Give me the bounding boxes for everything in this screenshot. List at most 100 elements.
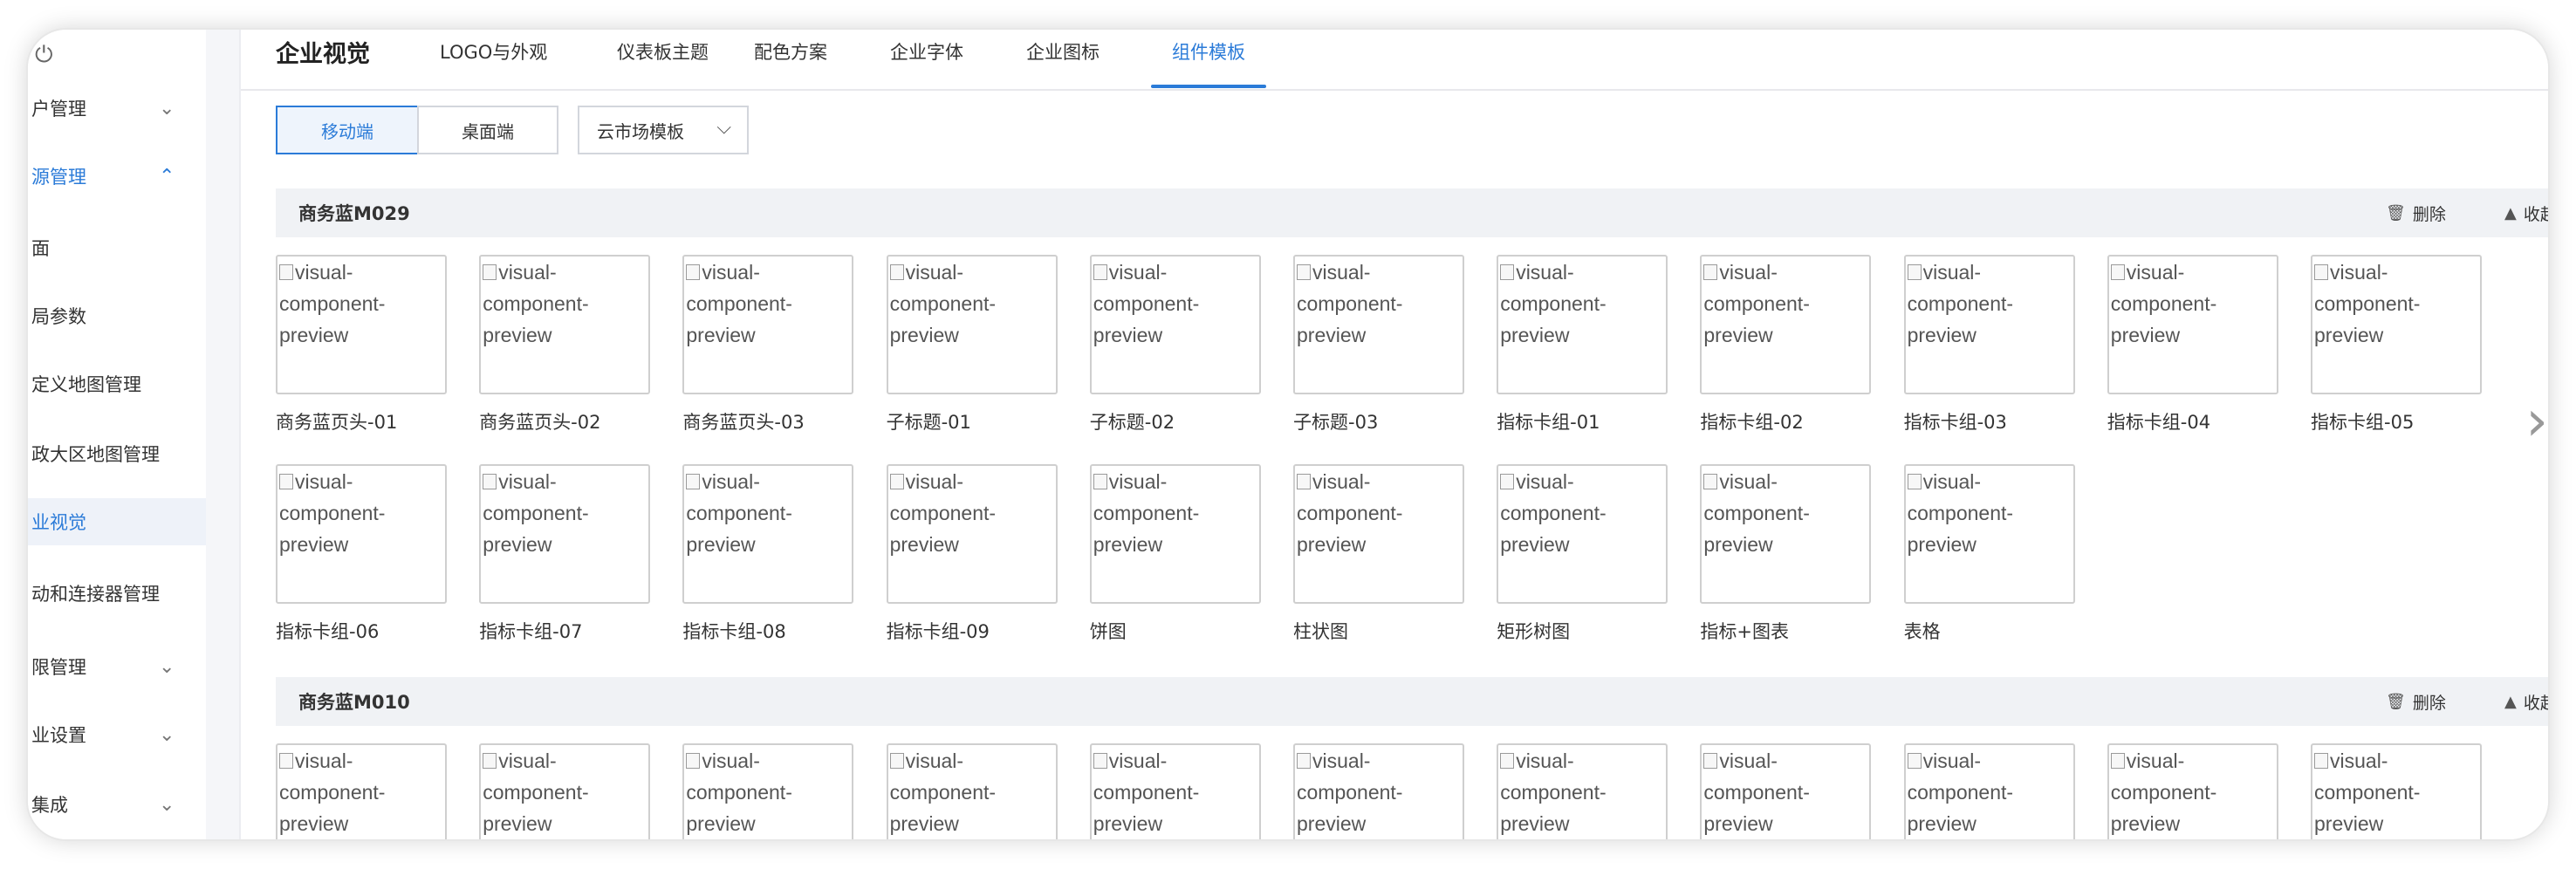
component-preview-image[interactable]: visual-component-preview — [1293, 464, 1464, 604]
component-card[interactable]: visual-component-preview — [479, 743, 651, 839]
sidebar-item[interactable]: 局参数 — [28, 292, 206, 339]
component-card[interactable]: visual-component-preview 商务蓝页头-02 — [479, 255, 651, 434]
component-card[interactable]: visual-component-preview 指标卡组-09 — [886, 464, 1058, 644]
component-preview-image[interactable]: visual-component-preview — [1700, 255, 1872, 394]
component-preview-image[interactable]: visual-component-preview — [1903, 464, 2075, 604]
component-card[interactable]: visual-component-preview — [2107, 743, 2278, 839]
component-preview-image[interactable]: visual-component-preview — [1089, 464, 1261, 604]
component-preview-image[interactable]: visual-component-preview — [1497, 464, 1668, 604]
sidebar-item[interactable]: 户管理 ⌄ — [28, 85, 206, 132]
sidebar-item[interactable]: 面 — [28, 224, 206, 271]
component-preview-image[interactable]: visual-component-preview — [682, 743, 854, 839]
alt-text: preview — [1703, 812, 1773, 835]
delete-button[interactable]: 🗑 删除 — [2386, 690, 2446, 714]
sidebar-item[interactable]: 动和连接器管理 — [28, 570, 206, 617]
component-preview-image[interactable]: visual-component-preview — [479, 464, 651, 604]
component-card[interactable]: visual-component-preview 指标卡组-05 — [2311, 255, 2482, 434]
broken-image-icon — [889, 474, 904, 489]
component-card[interactable]: visual-component-preview — [1700, 743, 1872, 839]
chevron-right-icon[interactable]: › — [2525, 389, 2548, 454]
component-preview-image[interactable]: visual-component-preview — [1293, 255, 1464, 394]
component-card[interactable]: visual-component-preview — [682, 743, 854, 839]
broken-image-icon — [1500, 474, 1515, 489]
sidebar-item[interactable]: 定义地图管理 — [28, 360, 206, 407]
tab-component-template[interactable]: 组件模板 — [1172, 38, 1245, 65]
power-icon[interactable]: ⏻ — [35, 42, 53, 69]
alt-text: visual- — [1312, 749, 1371, 772]
component-preview-image[interactable]: visual-component-preview — [1089, 255, 1261, 394]
component-preview-image[interactable]: visual-component-preview — [479, 743, 651, 839]
component-preview-image[interactable]: visual-component-preview — [276, 255, 447, 394]
broken-image-icon — [686, 474, 701, 489]
template-source-select[interactable]: 云市场模板 ⌵ — [578, 106, 749, 154]
component-card[interactable]: visual-component-preview — [886, 743, 1058, 839]
component-preview-image[interactable]: visual-component-preview — [682, 255, 854, 394]
sidebar-item[interactable]: 源管理 ⌃ — [28, 153, 206, 200]
tab-color-scheme[interactable]: 配色方案 — [754, 38, 827, 65]
component-card[interactable]: visual-component-preview — [1293, 743, 1464, 839]
component-card[interactable]: visual-component-preview — [276, 743, 447, 839]
alt-text: component- — [1093, 292, 1200, 315]
component-preview-image[interactable]: visual-component-preview — [479, 255, 651, 394]
component-card[interactable]: visual-component-preview 指标卡组-07 — [479, 464, 651, 644]
alt-text: visual- — [498, 749, 557, 772]
component-preview-image[interactable]: visual-component-preview — [276, 464, 447, 604]
component-card[interactable]: visual-component-preview 指标卡组-01 — [1497, 255, 1668, 434]
component-preview-image[interactable]: visual-component-preview — [1293, 743, 1464, 839]
component-card[interactable]: visual-component-preview 表格 — [1903, 464, 2075, 644]
component-card[interactable]: visual-component-preview 商务蓝页头-01 — [276, 255, 447, 434]
component-preview-image[interactable]: visual-component-preview — [886, 464, 1058, 604]
tab-dashboard-theme[interactable]: 仪表板主题 — [617, 38, 709, 65]
component-preview-image[interactable]: visual-component-preview — [1903, 255, 2075, 394]
component-card[interactable]: visual-component-preview 柱状图 — [1293, 464, 1464, 644]
component-card[interactable]: visual-component-preview — [2311, 743, 2482, 839]
component-card[interactable]: visual-component-preview 指标卡组-08 — [682, 464, 854, 644]
sidebar-item[interactable]: 限管理 ⌄ — [28, 643, 206, 690]
component-preview-image[interactable]: visual-component-preview — [2311, 743, 2482, 839]
component-card[interactable]: visual-component-preview — [1903, 743, 2075, 839]
component-preview-image[interactable]: visual-component-preview — [1497, 255, 1668, 394]
tab-enterprise-icon[interactable]: 企业图标 — [1026, 38, 1100, 65]
sidebar-item[interactable]: 业设置 ⌄ — [28, 711, 206, 758]
component-card[interactable]: visual-component-preview 子标题-03 — [1293, 255, 1464, 434]
component-card[interactable]: visual-component-preview 矩形树图 — [1497, 464, 1668, 644]
component-card[interactable]: visual-component-preview 指标卡组-02 — [1700, 255, 1872, 434]
mobile-toggle-button[interactable]: 移动端 — [276, 106, 419, 154]
component-card[interactable]: visual-component-preview 饼图 — [1089, 464, 1261, 644]
component-preview-image[interactable]: visual-component-preview — [1700, 743, 1872, 839]
component-preview-image[interactable]: visual-component-preview — [1089, 743, 1261, 839]
tab-logo-appearance[interactable]: LOGO与外观 — [440, 38, 547, 65]
component-preview-image[interactable]: visual-component-preview — [682, 464, 854, 604]
component-preview-image[interactable]: visual-component-preview — [886, 255, 1058, 394]
alt-text: preview — [2314, 812, 2384, 835]
component-preview-image[interactable]: visual-component-preview — [1497, 743, 1668, 839]
broken-image-icon — [1093, 264, 1107, 280]
component-card[interactable]: visual-component-preview — [1497, 743, 1668, 839]
delete-button[interactable]: 🗑 删除 — [2386, 202, 2446, 225]
sidebar-item[interactable]: 政大区地图管理 — [28, 430, 206, 477]
component-preview-image[interactable]: visual-component-preview — [886, 743, 1058, 839]
sidebar-item[interactable]: 集成 ⌄ — [28, 781, 206, 828]
component-card-label: 子标题-03 — [1293, 412, 1379, 433]
desktop-toggle-button[interactable]: 桌面端 — [417, 106, 558, 154]
component-card[interactable]: visual-component-preview 子标题-01 — [886, 255, 1058, 434]
collapse-button[interactable]: ▲ 收起 — [2504, 690, 2548, 714]
component-card[interactable]: visual-component-preview 子标题-02 — [1089, 255, 1261, 434]
component-card[interactable]: visual-component-preview 指标卡组-06 — [276, 464, 447, 644]
alt-text: component- — [1500, 781, 1607, 804]
sidebar-item-label: 动和连接器管理 — [31, 584, 160, 605]
component-preview-image[interactable]: visual-component-preview — [2107, 743, 2278, 839]
component-preview-image[interactable]: visual-component-preview — [2311, 255, 2482, 394]
component-card[interactable]: visual-component-preview — [1089, 743, 1261, 839]
component-preview-image[interactable]: visual-component-preview — [2107, 255, 2278, 394]
tab-enterprise-font[interactable]: 企业字体 — [890, 38, 963, 65]
component-card[interactable]: visual-component-preview 指标卡组-04 — [2107, 255, 2278, 434]
component-card[interactable]: visual-component-preview 指标卡组-03 — [1903, 255, 2075, 434]
sidebar-item[interactable]: 业视觉 — [28, 498, 206, 545]
component-preview-image[interactable]: visual-component-preview — [276, 743, 447, 839]
component-card[interactable]: visual-component-preview 指标+图表 — [1700, 464, 1872, 644]
collapse-button[interactable]: ▲ 收起 — [2504, 202, 2548, 225]
component-card[interactable]: visual-component-preview 商务蓝页头-03 — [682, 255, 854, 434]
component-preview-image[interactable]: visual-component-preview — [1700, 464, 1872, 604]
component-preview-image[interactable]: visual-component-preview — [1903, 743, 2075, 839]
